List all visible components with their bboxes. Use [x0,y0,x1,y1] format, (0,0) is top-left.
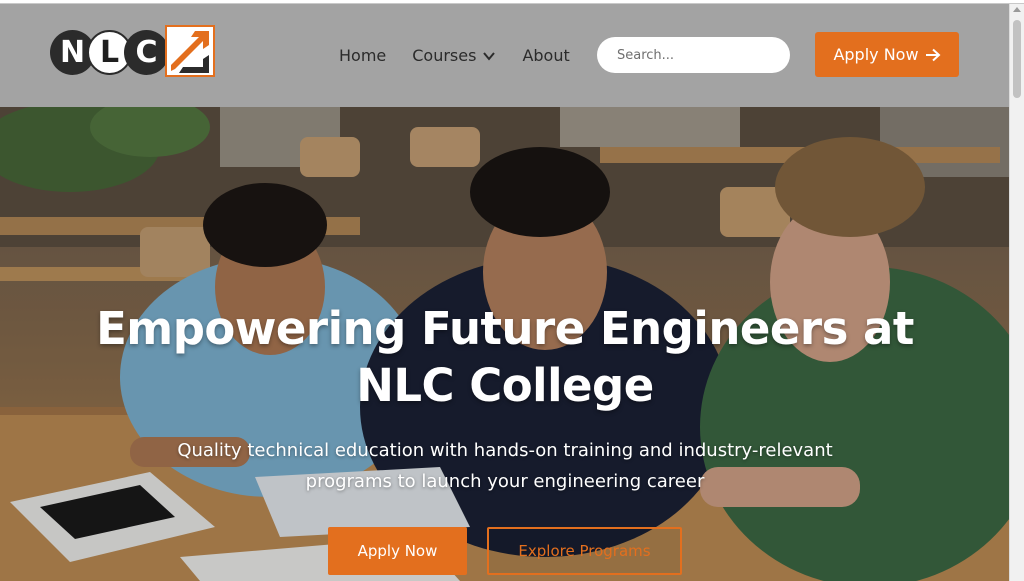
nav-home[interactable]: Home [339,46,386,65]
apply-now-hero-button[interactable]: Apply Now [328,527,467,575]
search-input[interactable] [617,47,787,63]
hero-title-line-1: Empowering Future Engineers at [96,302,914,355]
nav-about[interactable]: About [522,46,569,65]
logo-letter-c: C [124,30,169,75]
main-nav: Home Courses About [339,4,570,107]
hero-title-line-2: NLC College [356,359,654,412]
scroll-up-arrow-icon[interactable] [1013,7,1021,12]
nav-about-label: About [522,46,570,65]
arrow-right-icon [925,48,941,61]
nav-courses[interactable]: Courses [412,46,496,65]
apply-now-header-button[interactable]: Apply Now [815,32,959,77]
site-header: N L C Home Courses About Apply Now [0,4,1009,107]
nav-home-label: Home [339,46,387,65]
chevron-down-icon [483,51,496,61]
hero-title: Empowering Future Engineers at NLC Colle… [60,300,950,414]
nav-courses-label: Courses [412,46,477,65]
search-box [597,37,790,73]
apply-now-header-label: Apply Now [833,45,919,64]
hero-section: Empowering Future Engineers at NLC Colle… [0,107,1009,581]
hero-subtitle: Quality technical education with hands-o… [130,435,880,497]
page-scrollbar[interactable] [1009,4,1024,581]
explore-programs-button[interactable]: Explore Programs [487,527,682,575]
hero-subtitle-line-1: Quality technical education with hands-o… [177,440,833,461]
scrollbar-thumb[interactable] [1013,20,1021,98]
hero-subtitle-line-2: programs to launch your engineering care… [305,471,705,492]
nlc-logo[interactable]: N L C [50,25,216,79]
arrow-up-right-icon [165,25,215,77]
